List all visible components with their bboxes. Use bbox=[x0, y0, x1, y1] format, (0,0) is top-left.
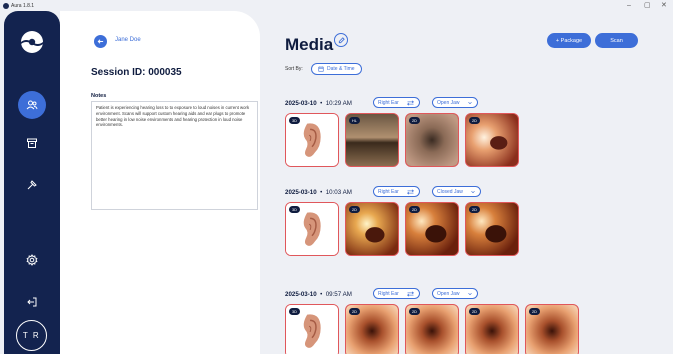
archive-icon bbox=[27, 138, 37, 148]
app-logo-icon bbox=[21, 31, 43, 53]
page-title: Media bbox=[285, 35, 334, 54]
ear-selector[interactable]: Right Ear bbox=[373, 97, 420, 108]
title-bar: Aura 1.8.1 bbox=[0, 0, 673, 11]
sort-label: Sort By: bbox=[285, 66, 303, 72]
ear-label: Right Ear bbox=[378, 290, 399, 297]
chevron-down-icon bbox=[467, 292, 472, 295]
jaw-label: Open Jaw bbox=[437, 290, 460, 297]
media-type-badge: 3D bbox=[289, 308, 300, 315]
tools-icon bbox=[27, 180, 37, 190]
sort-dropdown[interactable]: Date & Time bbox=[311, 63, 362, 75]
app-logo-icon bbox=[3, 2, 9, 9]
logout-button[interactable] bbox=[20, 290, 44, 314]
jaw-label: Open Jaw bbox=[437, 99, 460, 106]
arrow-left-icon bbox=[97, 39, 104, 44]
ear-selector[interactable]: Right Ear bbox=[373, 288, 420, 299]
maximize-button[interactable]: ▢ bbox=[644, 1, 651, 10]
chevron-down-icon bbox=[467, 101, 472, 104]
ear-label: Right Ear bbox=[378, 188, 399, 195]
edit-button[interactable] bbox=[334, 33, 348, 47]
media-type-badge: HL bbox=[349, 117, 360, 124]
group-datetime: 2025-03-10 • 10:29 AM bbox=[285, 100, 352, 107]
add-package-button[interactable]: + Package bbox=[547, 33, 591, 48]
session-panel: Jane Doe Session ID: 000035 Notes Patien… bbox=[60, 11, 260, 354]
group-date: 2025-03-10 bbox=[285, 189, 317, 196]
media-type-badge: 2D bbox=[349, 308, 360, 315]
media-thumbnail[interactable]: 3D bbox=[285, 113, 339, 167]
media-type-badge: 3D bbox=[289, 117, 300, 124]
group-datetime: 2025-03-10 • 09:57 AM bbox=[285, 291, 352, 298]
patients-icon bbox=[26, 100, 38, 110]
separator-dot: • bbox=[316, 100, 326, 107]
gear-icon bbox=[26, 254, 38, 266]
notes-label: Notes bbox=[91, 93, 107, 99]
media-thumbnail[interactable]: 2D bbox=[405, 304, 459, 354]
group-date: 2025-03-10 bbox=[285, 291, 317, 298]
jaw-dropdown[interactable]: Open Jaw bbox=[432, 97, 478, 108]
media-type-badge: 2D bbox=[409, 117, 420, 124]
sidebar-item-patients[interactable] bbox=[18, 91, 46, 119]
media-type-badge: 2D bbox=[529, 308, 540, 315]
sort-value: Date & Time bbox=[327, 66, 355, 72]
session-id: Session ID: 000035 bbox=[91, 67, 182, 78]
ear-label: Right Ear bbox=[378, 99, 399, 106]
media-main: Media + Package Scan Sort By: Date & Tim… bbox=[260, 11, 673, 354]
separator-dot: • bbox=[316, 291, 326, 298]
pencil-icon bbox=[338, 36, 345, 43]
scan-button[interactable]: Scan bbox=[595, 33, 638, 48]
close-button[interactable]: ✕ bbox=[661, 1, 667, 10]
sidebar-item-archive[interactable] bbox=[20, 131, 44, 155]
swap-icon bbox=[406, 291, 414, 296]
minimize-button[interactable]: – bbox=[627, 1, 631, 10]
media-type-badge: 2D bbox=[469, 117, 480, 124]
avatar[interactable]: T R bbox=[16, 320, 47, 351]
media-thumbnail[interactable]: 2D bbox=[345, 202, 399, 256]
notes-textarea[interactable]: Patient is experiencing hearing loss to … bbox=[91, 101, 258, 210]
patient-name[interactable]: Jane Doe bbox=[115, 37, 141, 43]
window-title: Aura 1.8.1 bbox=[11, 2, 35, 9]
media-type-badge: 2D bbox=[409, 308, 420, 315]
calendar-icon bbox=[318, 66, 324, 72]
media-type-badge: 2D bbox=[469, 206, 480, 213]
media-type-badge: 2D bbox=[469, 308, 480, 315]
sidebar: T R bbox=[4, 11, 60, 354]
jaw-dropdown[interactable]: Open Jaw bbox=[432, 288, 478, 299]
media-thumbnail[interactable]: 2D bbox=[405, 113, 459, 167]
media-thumbnail[interactable]: 2D bbox=[465, 202, 519, 256]
jaw-dropdown[interactable]: Closed Jaw bbox=[432, 186, 481, 197]
media-thumbnail[interactable]: 2D bbox=[465, 113, 519, 167]
sidebar-item-tools[interactable] bbox=[20, 173, 44, 197]
logout-icon bbox=[27, 297, 37, 307]
separator-dot: • bbox=[316, 189, 326, 196]
media-thumbnail[interactable]: 3D bbox=[285, 304, 339, 354]
group-time: 09:57 AM bbox=[325, 291, 352, 298]
swap-icon bbox=[406, 189, 414, 194]
jaw-label: Closed Jaw bbox=[437, 188, 463, 195]
media-thumbnail[interactable]: 2D bbox=[465, 304, 519, 354]
group-time: 10:29 AM bbox=[325, 100, 352, 107]
media-thumbnail[interactable]: 3D bbox=[285, 202, 339, 256]
media-thumbnail[interactable]: HL bbox=[345, 113, 399, 167]
ear-selector[interactable]: Right Ear bbox=[373, 186, 420, 197]
media-thumbnail[interactable]: 2D bbox=[345, 304, 399, 354]
media-thumbnail[interactable]: 2D bbox=[405, 202, 459, 256]
media-type-badge: 3D bbox=[289, 206, 300, 213]
group-time: 10:03 AM bbox=[325, 189, 352, 196]
sidebar-item-settings[interactable] bbox=[20, 248, 44, 272]
chevron-down-icon bbox=[471, 190, 475, 193]
back-button[interactable] bbox=[94, 35, 107, 48]
media-type-badge: 2D bbox=[409, 206, 420, 213]
group-date: 2025-03-10 bbox=[285, 100, 317, 107]
media-thumbnail[interactable]: 2D bbox=[525, 304, 579, 354]
media-type-badge: 2D bbox=[349, 206, 360, 213]
swap-icon bbox=[406, 100, 414, 105]
group-datetime: 2025-03-10 • 10:03 AM bbox=[285, 189, 352, 196]
